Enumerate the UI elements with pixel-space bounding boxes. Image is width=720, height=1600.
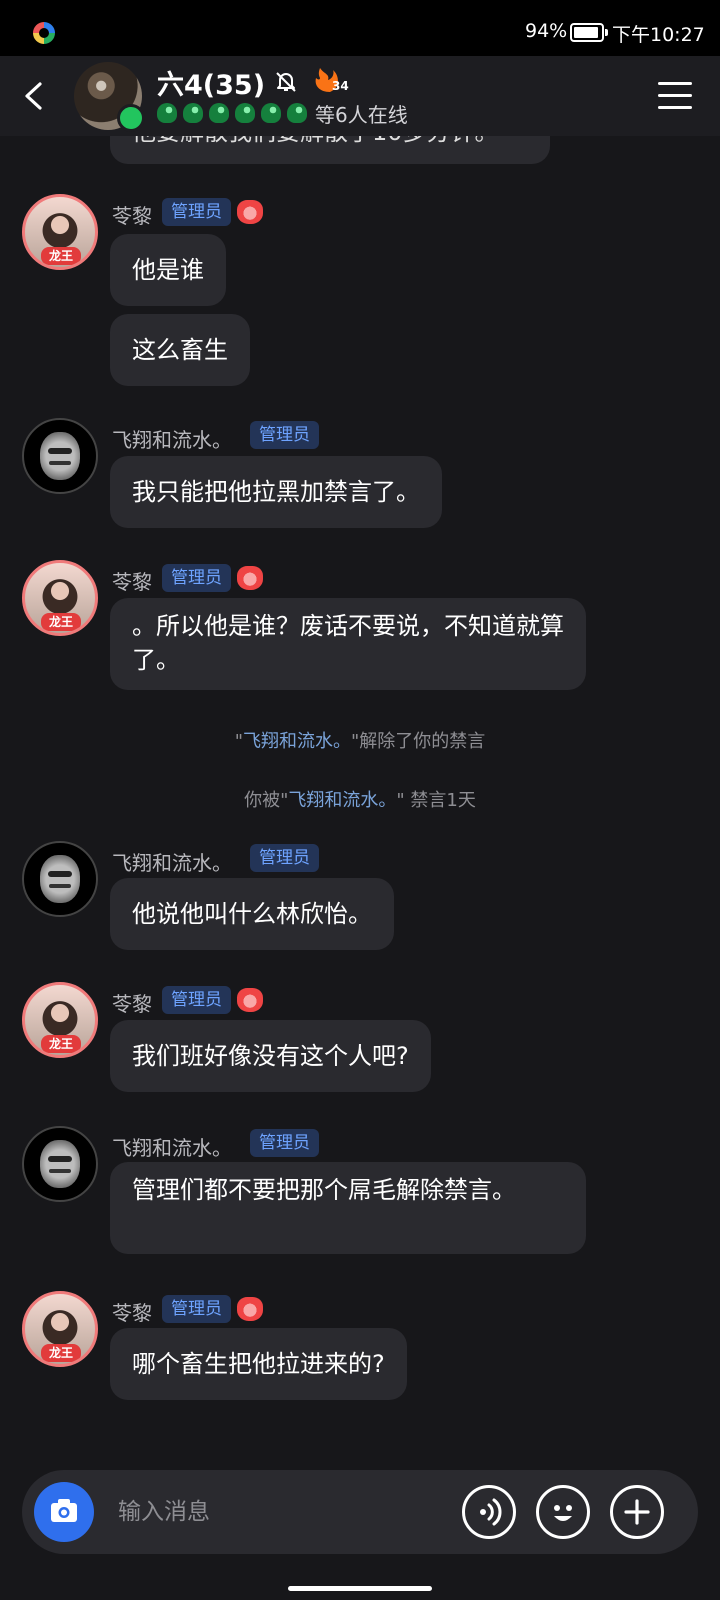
- message-bubble[interactable]: 他要解散我们要解散了10多分钟。: [110, 136, 550, 164]
- dragon-badge-icon: [237, 988, 263, 1012]
- emoji-icon: [554, 1505, 572, 1521]
- member-dragon-icon: [261, 103, 281, 123]
- camera-button[interactable]: [34, 1482, 94, 1542]
- notice-text: " 禁言1天: [396, 790, 476, 811]
- admin-badge: 管理员: [250, 1129, 319, 1157]
- system-notice: 你被"飞翔和流水。" 禁言1天: [0, 786, 720, 812]
- dragon-badge-icon: [237, 200, 263, 224]
- battery-percent: 94%: [525, 20, 568, 42]
- more-button[interactable]: [610, 1485, 664, 1539]
- message-input-bar: 输入消息: [22, 1470, 698, 1554]
- notice-text: "解除了你的禁言: [351, 731, 486, 752]
- fire-icon: 34: [315, 68, 349, 93]
- sender-name: 苓黎: [112, 992, 152, 1016]
- notice-text: ": [234, 731, 243, 752]
- online-count: 等6人在线: [315, 102, 408, 127]
- message-bubble[interactable]: 他说他叫什么林欣怡。: [110, 878, 394, 950]
- avatar[interactable]: 龙王: [22, 194, 98, 270]
- plus-icon: [624, 1499, 650, 1525]
- message-bubble[interactable]: 。所以他是谁？废话不要说，不知道就算了。: [110, 598, 586, 690]
- admin-badge: 管理员: [162, 1295, 231, 1323]
- avatar[interactable]: [22, 841, 98, 917]
- notice-text: 你被": [244, 790, 289, 811]
- sender-name: 苓黎: [112, 570, 152, 594]
- member-dragon-icon: [287, 103, 307, 123]
- admin-badge: 管理员: [250, 844, 319, 872]
- sender-name: 飞翔和流水。: [112, 851, 232, 875]
- clock: 下午10:27: [612, 24, 705, 46]
- crown-badge: 龙王: [41, 613, 81, 631]
- mute-icon: [276, 72, 296, 92]
- avatar[interactable]: 龙王: [22, 1291, 98, 1367]
- voice-button[interactable]: [462, 1485, 516, 1539]
- notice-user-link[interactable]: 飞翔和流水。: [243, 731, 351, 752]
- back-icon[interactable]: [20, 80, 50, 112]
- online-status-dot: [117, 104, 145, 132]
- notice-user-link[interactable]: 飞翔和流水。: [288, 790, 396, 811]
- message-bubble[interactable]: 他是谁: [110, 234, 226, 306]
- message-bubble[interactable]: 这么畜生: [110, 314, 250, 386]
- sender-name: 苓黎: [112, 1301, 152, 1325]
- admin-badge: 管理员: [162, 564, 231, 592]
- member-dragon-icon: [235, 103, 255, 123]
- camera-icon: [51, 1499, 77, 1522]
- emoji-button[interactable]: [536, 1485, 590, 1539]
- avatar[interactable]: [22, 1126, 98, 1202]
- member-dragon-icon: [209, 103, 229, 123]
- app-logo-icon: [33, 22, 55, 44]
- member-dragon-icon: [183, 103, 203, 123]
- admin-badge: 管理员: [162, 198, 231, 226]
- member-dragon-icon: [157, 103, 177, 123]
- message-bubble[interactable]: 我只能把他拉黑加禁言了。: [110, 456, 442, 528]
- admin-badge: 管理员: [162, 986, 231, 1014]
- level-badge: 34: [332, 79, 349, 93]
- status-bar: 94% 下午10:27: [0, 0, 720, 56]
- message-bubble[interactable]: 管理们都不要把那个屌毛解除禁言。: [110, 1162, 586, 1254]
- message-bubble[interactable]: 我们班好像没有这个人吧?: [110, 1020, 431, 1092]
- crown-badge: 龙王: [41, 247, 81, 265]
- home-indicator[interactable]: [288, 1586, 432, 1591]
- chat-header: 六4(35) 34 等6人在线: [0, 56, 720, 136]
- group-title[interactable]: 六4(35): [157, 63, 265, 102]
- avatar[interactable]: [22, 418, 98, 494]
- message-bubble[interactable]: 哪个畜生把他拉进来的?: [110, 1328, 407, 1400]
- system-notice: "飞翔和流水。"解除了你的禁言: [0, 727, 720, 753]
- sender-name: 飞翔和流水。: [112, 428, 232, 452]
- message-input[interactable]: 输入消息: [118, 1470, 210, 1554]
- sender-name: 苓黎: [112, 204, 152, 228]
- crown-badge: 龙王: [41, 1035, 81, 1053]
- online-members-row[interactable]: 等6人在线: [157, 100, 408, 127]
- voice-icon: [480, 1498, 502, 1526]
- avatar[interactable]: 龙王: [22, 560, 98, 636]
- admin-badge: 管理员: [250, 421, 319, 449]
- menu-icon[interactable]: [658, 82, 692, 110]
- avatar[interactable]: 龙王: [22, 982, 98, 1058]
- message-list[interactable]: 他要解散我们要解散了10多分钟。 龙王 苓黎 管理员 他是谁 这么畜生 飞翔和流…: [0, 136, 720, 1458]
- sender-name: 飞翔和流水。: [112, 1136, 232, 1160]
- dragon-badge-icon: [237, 1297, 263, 1321]
- dragon-badge-icon: [237, 566, 263, 590]
- crown-badge: 龙王: [41, 1344, 81, 1362]
- battery-icon: [570, 23, 608, 42]
